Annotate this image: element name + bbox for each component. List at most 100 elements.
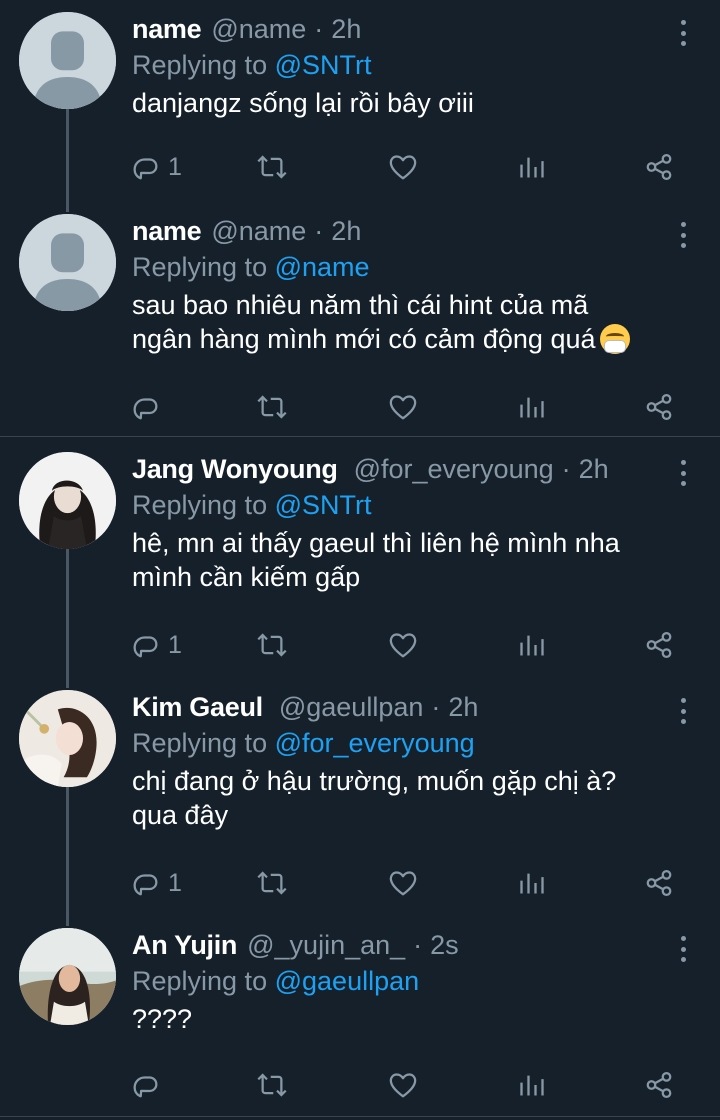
- timestamp[interactable]: 2h: [448, 692, 478, 723]
- tweet-actions: 1: [132, 150, 692, 184]
- tweet-text: hê, mn ai thấy gaeul thì liên hệ mình nh…: [132, 526, 692, 594]
- replies-thread: name @name · 2h Replying to @SNTrt danja…: [0, 0, 720, 1120]
- timestamp[interactable]: 2h: [579, 454, 609, 485]
- user-handle[interactable]: @gaeullpan: [279, 692, 424, 723]
- tweet-text-line: hê, mn ai thấy gaeul thì liên hệ mình nh…: [132, 528, 620, 558]
- tweet[interactable]: An Yujin @_yujin_an_ · 2s Replying to @g…: [0, 916, 720, 1112]
- user-handle[interactable]: @_yujin_an_: [247, 930, 405, 961]
- tweet-text-line: qua đây: [132, 800, 229, 830]
- heart-icon: [388, 152, 418, 182]
- replying-to-link[interactable]: @name: [275, 252, 370, 282]
- analytics-button[interactable]: [518, 150, 546, 184]
- reply-button[interactable]: 1: [132, 628, 182, 662]
- analytics-button[interactable]: [518, 390, 546, 424]
- like-button[interactable]: [388, 1068, 418, 1102]
- replying-to-link[interactable]: @SNTrt: [275, 490, 372, 520]
- replying-to: Replying to @SNTrt: [132, 490, 372, 521]
- heart-icon: [388, 392, 418, 422]
- retweet-button[interactable]: [256, 866, 288, 900]
- tweet[interactable]: Jang Wonyoung @for_everyoung · 2h Replyi…: [0, 440, 720, 676]
- tweet-header: Kim Gaeul @gaeullpan · 2h: [132, 692, 478, 728]
- default-avatar-icon: [19, 214, 116, 311]
- user-photo-icon: [19, 928, 116, 1025]
- tweet-header: name @name · 2h: [132, 216, 361, 252]
- more-options-icon[interactable]: [678, 698, 688, 724]
- analytics-button[interactable]: [518, 1068, 546, 1102]
- replying-to-label: Replying to: [132, 490, 268, 520]
- bar-chart-icon: [518, 1071, 546, 1099]
- replying-to: Replying to @SNTrt: [132, 50, 372, 81]
- reply-count: 1: [168, 630, 182, 659]
- like-button[interactable]: [388, 390, 418, 424]
- heart-icon: [388, 630, 418, 660]
- separator-dot: ·: [431, 692, 441, 722]
- avatar[interactable]: [19, 214, 116, 311]
- tweet[interactable]: name @name · 2h Replying to @SNTrt danja…: [0, 0, 720, 200]
- reply-button[interactable]: 1: [132, 150, 182, 184]
- replying-to-label: Replying to: [132, 728, 268, 758]
- display-name[interactable]: An Yujin: [132, 930, 237, 961]
- retweet-icon: [256, 868, 288, 898]
- retweet-icon: [256, 630, 288, 660]
- tweet-actions: [132, 1068, 692, 1102]
- retweet-button[interactable]: [256, 150, 288, 184]
- like-button[interactable]: [388, 866, 418, 900]
- retweet-icon: [256, 152, 288, 182]
- avatar[interactable]: [19, 12, 116, 109]
- tweet[interactable]: name @name · 2h Replying to @name sau ba…: [0, 202, 720, 436]
- like-button[interactable]: [388, 150, 418, 184]
- share-button[interactable]: [644, 1068, 674, 1102]
- reply-button[interactable]: [132, 390, 162, 424]
- more-options-icon[interactable]: [678, 20, 688, 46]
- user-handle[interactable]: @name: [211, 216, 306, 247]
- like-button[interactable]: [388, 628, 418, 662]
- share-icon: [644, 1070, 674, 1100]
- share-button[interactable]: [644, 390, 674, 424]
- retweet-icon: [256, 1070, 288, 1100]
- timestamp[interactable]: 2h: [331, 216, 361, 247]
- replying-to-link[interactable]: @for_everyoung: [275, 728, 475, 758]
- replying-to: Replying to @name: [132, 252, 370, 283]
- bottom-divider: [0, 1116, 720, 1117]
- replying-to-label: Replying to: [132, 50, 268, 80]
- replying-to-label: Replying to: [132, 966, 268, 996]
- analytics-button[interactable]: [518, 628, 546, 662]
- avatar[interactable]: [19, 928, 116, 1025]
- user-handle[interactable]: @name: [211, 14, 306, 45]
- share-button[interactable]: [644, 866, 674, 900]
- share-icon: [644, 868, 674, 898]
- tweet-text: ????: [132, 1004, 193, 1034]
- bar-chart-icon: [518, 393, 546, 421]
- tweet[interactable]: Kim Gaeul @gaeullpan · 2h Replying to @f…: [0, 678, 720, 914]
- replying-to-link[interactable]: @SNTrt: [275, 50, 372, 80]
- analytics-button[interactable]: [518, 866, 546, 900]
- display-name[interactable]: Kim Gaeul: [132, 692, 263, 723]
- timestamp[interactable]: 2s: [430, 930, 459, 961]
- more-options-icon[interactable]: [678, 222, 688, 248]
- retweet-button[interactable]: [256, 1068, 288, 1102]
- user-photo-icon: [19, 452, 116, 549]
- user-handle[interactable]: @for_everyoung: [354, 454, 554, 485]
- display-name[interactable]: name: [132, 14, 202, 45]
- avatar[interactable]: [19, 690, 116, 787]
- tweet-text: danjangz sống lại rồi bây ơiii: [132, 88, 474, 118]
- tweet-text-line: mình cần kiếm gấp: [132, 562, 361, 592]
- more-options-icon[interactable]: [678, 936, 688, 962]
- share-button[interactable]: [644, 628, 674, 662]
- display-name[interactable]: name: [132, 216, 202, 247]
- bar-chart-icon: [518, 631, 546, 659]
- replying-to-link[interactable]: @gaeullpan: [275, 966, 420, 996]
- reply-button[interactable]: [132, 1068, 162, 1102]
- retweet-button[interactable]: [256, 628, 288, 662]
- tweet-actions: 1: [132, 866, 692, 900]
- avatar[interactable]: [19, 452, 116, 549]
- share-icon: [644, 392, 674, 422]
- more-options-icon[interactable]: [678, 460, 688, 486]
- timestamp[interactable]: 2h: [331, 14, 361, 45]
- tweet-text-line: sau bao nhiêu năm thì cái hint của mã: [132, 290, 589, 320]
- share-button[interactable]: [644, 150, 674, 184]
- retweet-button[interactable]: [256, 390, 288, 424]
- reply-bubble-icon: [132, 152, 162, 182]
- reply-button[interactable]: 1: [132, 866, 182, 900]
- display-name[interactable]: Jang Wonyoung: [132, 454, 338, 485]
